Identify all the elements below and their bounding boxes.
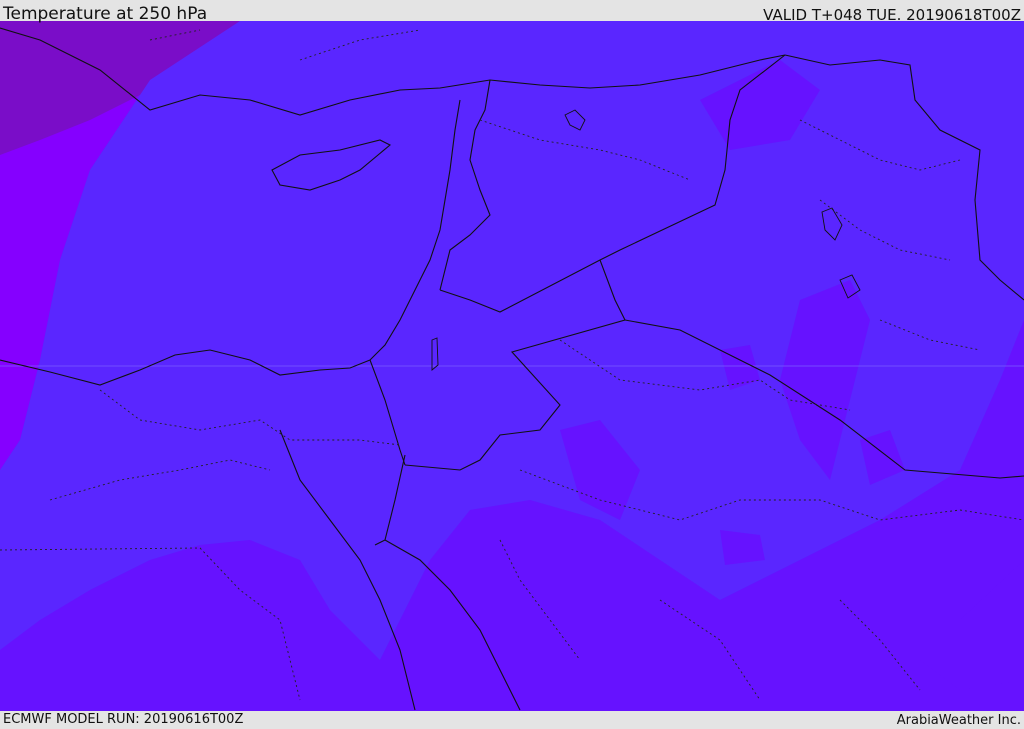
- header-bar: Temperature at 250 hPa VALID T+048 TUE. …: [0, 0, 1024, 24]
- map-title: Temperature at 250 hPa: [3, 4, 208, 24]
- temp-field-patch-4: [720, 530, 765, 565]
- model-run-label: ECMWF MODEL RUN: 20190616T00Z: [3, 712, 244, 727]
- temperature-map[interactable]: [0, 21, 1024, 711]
- footer-bar: ECMWF MODEL RUN: 20190616T00Z ArabiaWeat…: [0, 711, 1024, 729]
- valid-time: VALID T+048 TUE. 20190618T00Z: [763, 6, 1021, 24]
- credit-label: ArabiaWeather Inc.: [896, 713, 1021, 728]
